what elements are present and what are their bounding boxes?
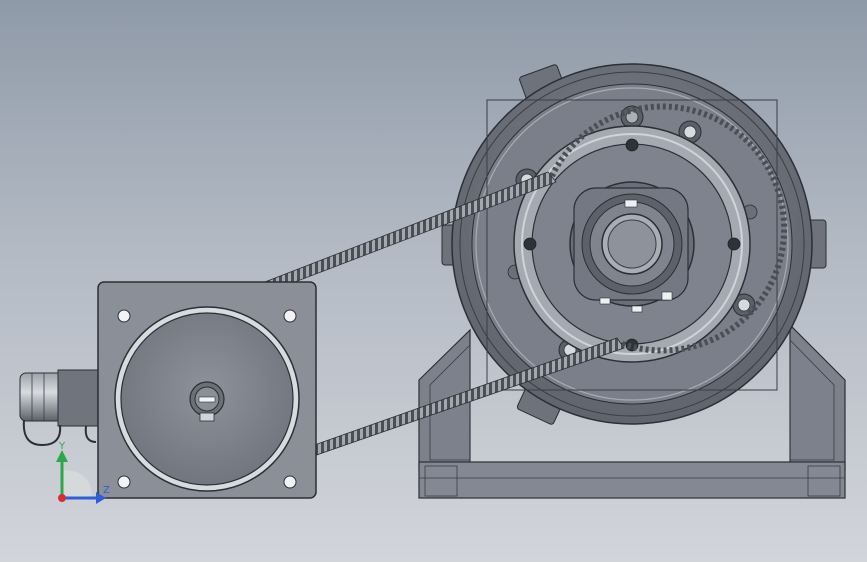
mount-hole xyxy=(283,475,297,489)
chuck-key xyxy=(599,297,611,305)
bolt-icon xyxy=(523,237,537,251)
shaft-key xyxy=(199,412,215,422)
mount-hole xyxy=(117,475,131,489)
bolt-icon xyxy=(727,237,741,251)
stand-right-leg xyxy=(789,323,846,471)
triad-plane xyxy=(62,470,92,498)
z-axis-label: Z xyxy=(103,485,110,496)
y-axis-label: Y xyxy=(59,441,66,452)
cad-drawing xyxy=(19,63,846,504)
motor-connector xyxy=(19,369,101,447)
connector-cable-loop xyxy=(22,419,62,447)
chuck-key xyxy=(624,199,638,208)
x-axis-dot xyxy=(58,494,66,502)
cad-viewport[interactable]: Y Z xyxy=(0,0,867,562)
stand-base-plate xyxy=(418,461,846,499)
servo-motor xyxy=(19,281,317,499)
chuck-key xyxy=(661,291,673,301)
spindle-housing xyxy=(441,63,827,425)
mount-hole xyxy=(117,309,131,323)
chuck-key xyxy=(631,305,643,313)
mount-hole xyxy=(283,309,297,323)
bolt-icon xyxy=(625,138,639,152)
